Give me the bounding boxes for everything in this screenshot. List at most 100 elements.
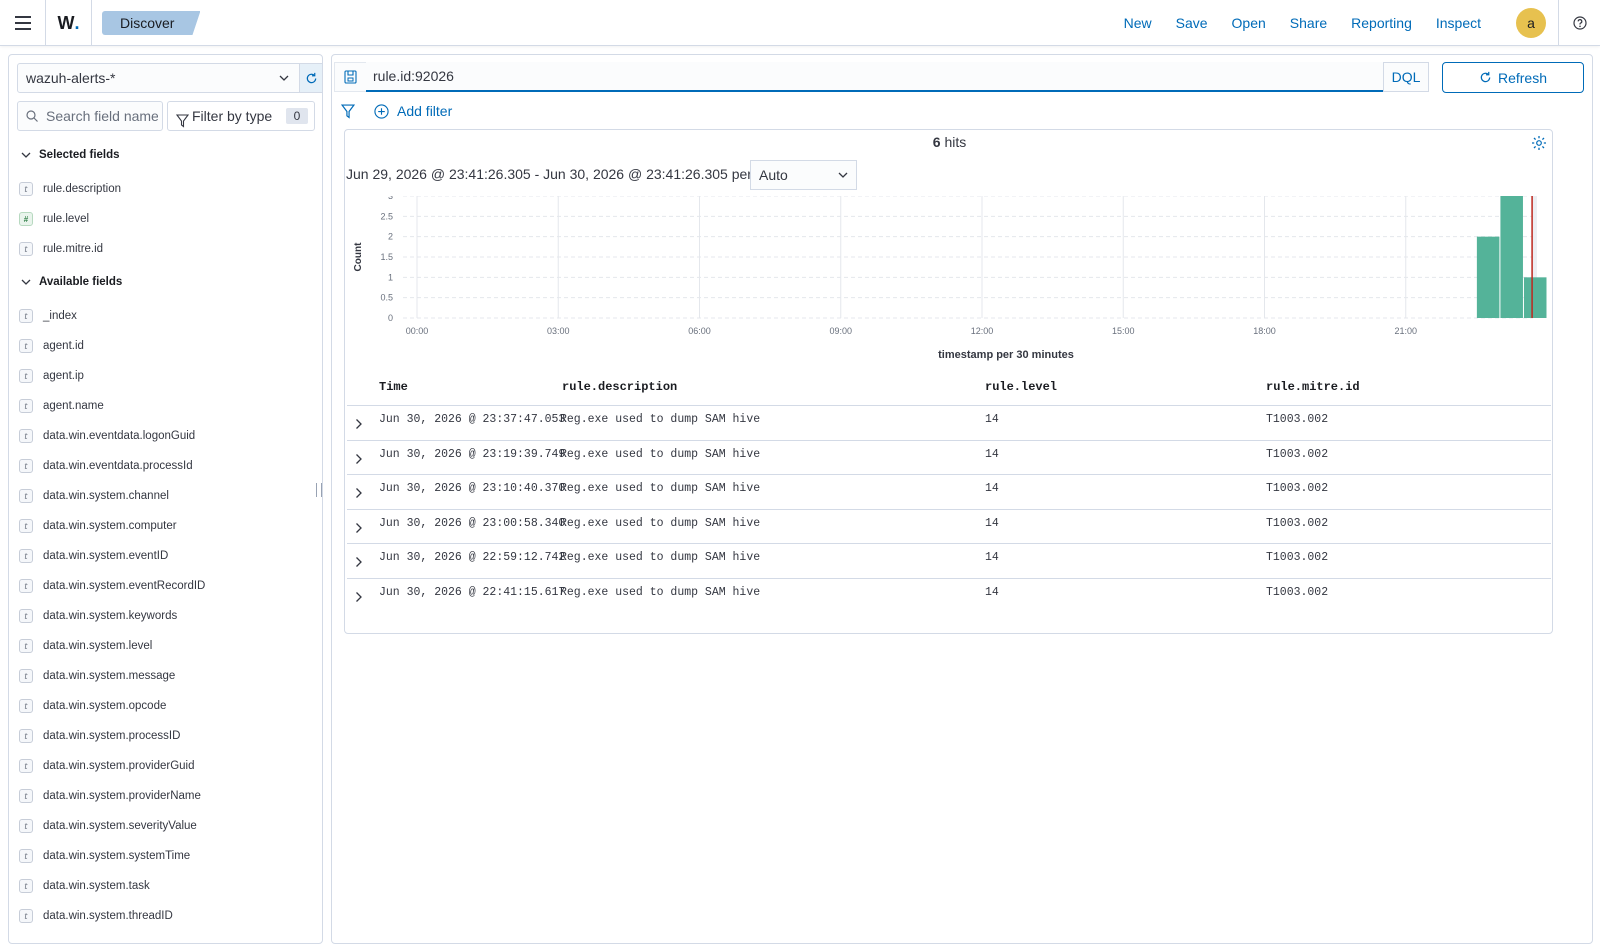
field-search-box [17,101,163,131]
field-item[interactable]: t data.win.system.providerGuid [19,757,194,775]
field-item[interactable]: t agent.ip [19,367,84,385]
column-header-rule-mitre-id[interactable]: rule.mitre.id [1266,380,1360,394]
field-item[interactable]: t data.win.system.channel [19,487,169,505]
field-item[interactable]: t data.win.system.eventRecordID [19,577,205,595]
interval-select[interactable]: Auto [750,160,857,190]
chevron-right-icon[interactable] [355,487,363,502]
refresh-index-button[interactable] [300,63,322,93]
column-header-time[interactable]: Time [379,380,408,394]
x-tick-label: 03:00 [547,326,570,336]
string-type-icon: t [19,309,33,323]
cell-rule-level: 14 [985,516,999,530]
open-link[interactable]: Open [1220,15,1278,31]
string-type-icon: t [19,429,33,443]
cell-rule-description: Reg.exe used to dump SAM hive [560,413,761,426]
hits-count: 6 hits [345,134,1554,150]
table-row: Jun 30, 2026 @ 23:19:39.749 Reg.exe used … [347,439,1551,475]
string-type-icon: t [19,729,33,743]
chevron-right-icon[interactable] [355,453,363,468]
field-name: agent.name [43,400,104,412]
field-item[interactable]: t data.win.eventdata.logonGuid [19,427,195,445]
field-name: data.win.system.eventRecordID [43,580,206,592]
reporting-link[interactable]: Reporting [1339,15,1424,31]
user-avatar[interactable]: a [1516,8,1546,38]
cell-rule-description: Reg.exe used to dump SAM hive [560,482,761,495]
column-header-rule-description[interactable]: rule.description [562,380,677,394]
refresh-label: Refresh [1497,69,1548,86]
y-tick-label: 1.5 [380,252,393,262]
field-item[interactable]: t data.win.system.threadID [19,907,173,925]
chevron-right-icon[interactable] [355,591,363,606]
field-item[interactable]: t data.win.eventdata.processId [19,457,193,475]
field-item[interactable]: t data.win.system.severityValue [19,817,197,835]
save-link[interactable]: Save [1164,15,1220,31]
help-icon[interactable] [1558,0,1600,46]
field-item[interactable]: t rule.mitre.id [19,240,103,258]
field-name: rule.level [43,213,90,225]
x-tick-label: 18:00 [1253,326,1276,336]
field-item[interactable]: t data.win.system.providerName [19,787,201,805]
field-name: data.win.system.threadID [43,910,173,922]
string-type-icon: t [19,399,33,413]
field-item[interactable]: t data.win.system.task [19,877,150,895]
filter-options-icon[interactable] [340,104,356,122]
table-row: Jun 30, 2026 @ 23:10:40.370 Reg.exe used … [347,474,1551,509]
field-item[interactable]: t data.win.system.computer [19,517,177,535]
filter-by-type-button[interactable]: Filter by type 0 [167,101,315,131]
histogram-chart: 0 0.5 1 1.5 2 2.5 3 00:00 03:00 06:00 09:00 12:00 15… [353,196,1547,361]
x-tick-label: 09:00 [829,326,852,336]
field-item[interactable]: t agent.id [19,337,84,355]
y-tick-label: 0.5 [380,293,393,303]
sidebar-resize-handle[interactable] [316,483,322,497]
chevron-down-icon [838,161,848,189]
menu-icon[interactable] [0,0,46,46]
chevron-right-icon[interactable] [355,522,363,537]
cell-rule-description: Reg.exe used to dump SAM hive [560,551,761,564]
field-item[interactable]: t data.win.system.keywords [19,607,177,625]
chevron-right-icon[interactable] [355,556,363,571]
field-item[interactable]: t _index [19,307,77,325]
query-language-button[interactable]: DQL [1383,62,1429,92]
string-type-icon: t [19,519,33,533]
add-filter-button[interactable]: Add filter [374,103,452,119]
cell-rule-level: 14 [985,413,999,426]
query-input[interactable]: rule.id:92026 [366,62,1383,92]
field-item[interactable]: # rule.level [19,210,89,228]
field-search-input[interactable] [46,106,158,126]
cell-rule-description: Reg.exe used to dump SAM hive [560,516,761,530]
field-item[interactable]: t data.win.system.level [19,637,152,655]
saved-query-button[interactable] [334,62,366,92]
field-name: rule.mitre.id [43,243,104,255]
new-link[interactable]: New [1112,15,1164,31]
chevron-right-icon[interactable] [355,418,363,433]
histogram-bar [1523,277,1547,318]
refresh-button[interactable]: Refresh [1442,62,1584,93]
field-item[interactable]: t data.win.system.eventID [19,547,168,565]
field-name: data.win.system.channel [43,490,169,502]
field-item[interactable]: t data.win.system.opcode [19,697,166,715]
selected-fields-toggle[interactable]: Selected fields [21,149,120,161]
field-name: _index [43,310,77,322]
x-tick-label: 12:00 [971,326,994,336]
string-type-icon: t [19,879,33,893]
field-name: data.win.system.processID [43,730,181,742]
field-item[interactable]: t data.win.system.systemTime [19,847,190,865]
histogram-bar [1476,236,1500,318]
index-pattern-select[interactable]: wazuh-alerts-* [17,63,300,93]
field-name: agent.id [43,340,84,352]
available-fields-toggle[interactable]: Available fields [21,276,122,288]
field-item[interactable]: t data.win.system.processID [19,727,180,745]
inspect-link[interactable]: Inspect [1424,15,1493,31]
share-link[interactable]: Share [1278,15,1339,31]
field-sidebar: wazuh-alerts-* Filter by type 0 Selected… [8,54,323,944]
column-header-rule-level[interactable]: rule.level [985,380,1057,394]
field-item[interactable]: t agent.name [19,397,104,415]
gear-icon[interactable] [1531,135,1547,154]
breadcrumb-discover[interactable]: Discover [102,11,200,35]
app-logo[interactable]: W. [46,0,92,46]
field-item[interactable]: t data.win.system.message [19,667,175,685]
field-item[interactable]: t rule.description [19,180,121,198]
search-icon [26,110,38,125]
string-type-icon: t [19,669,33,683]
cell-time: Jun 30, 2026 @ 23:19:39.749 [379,447,566,461]
